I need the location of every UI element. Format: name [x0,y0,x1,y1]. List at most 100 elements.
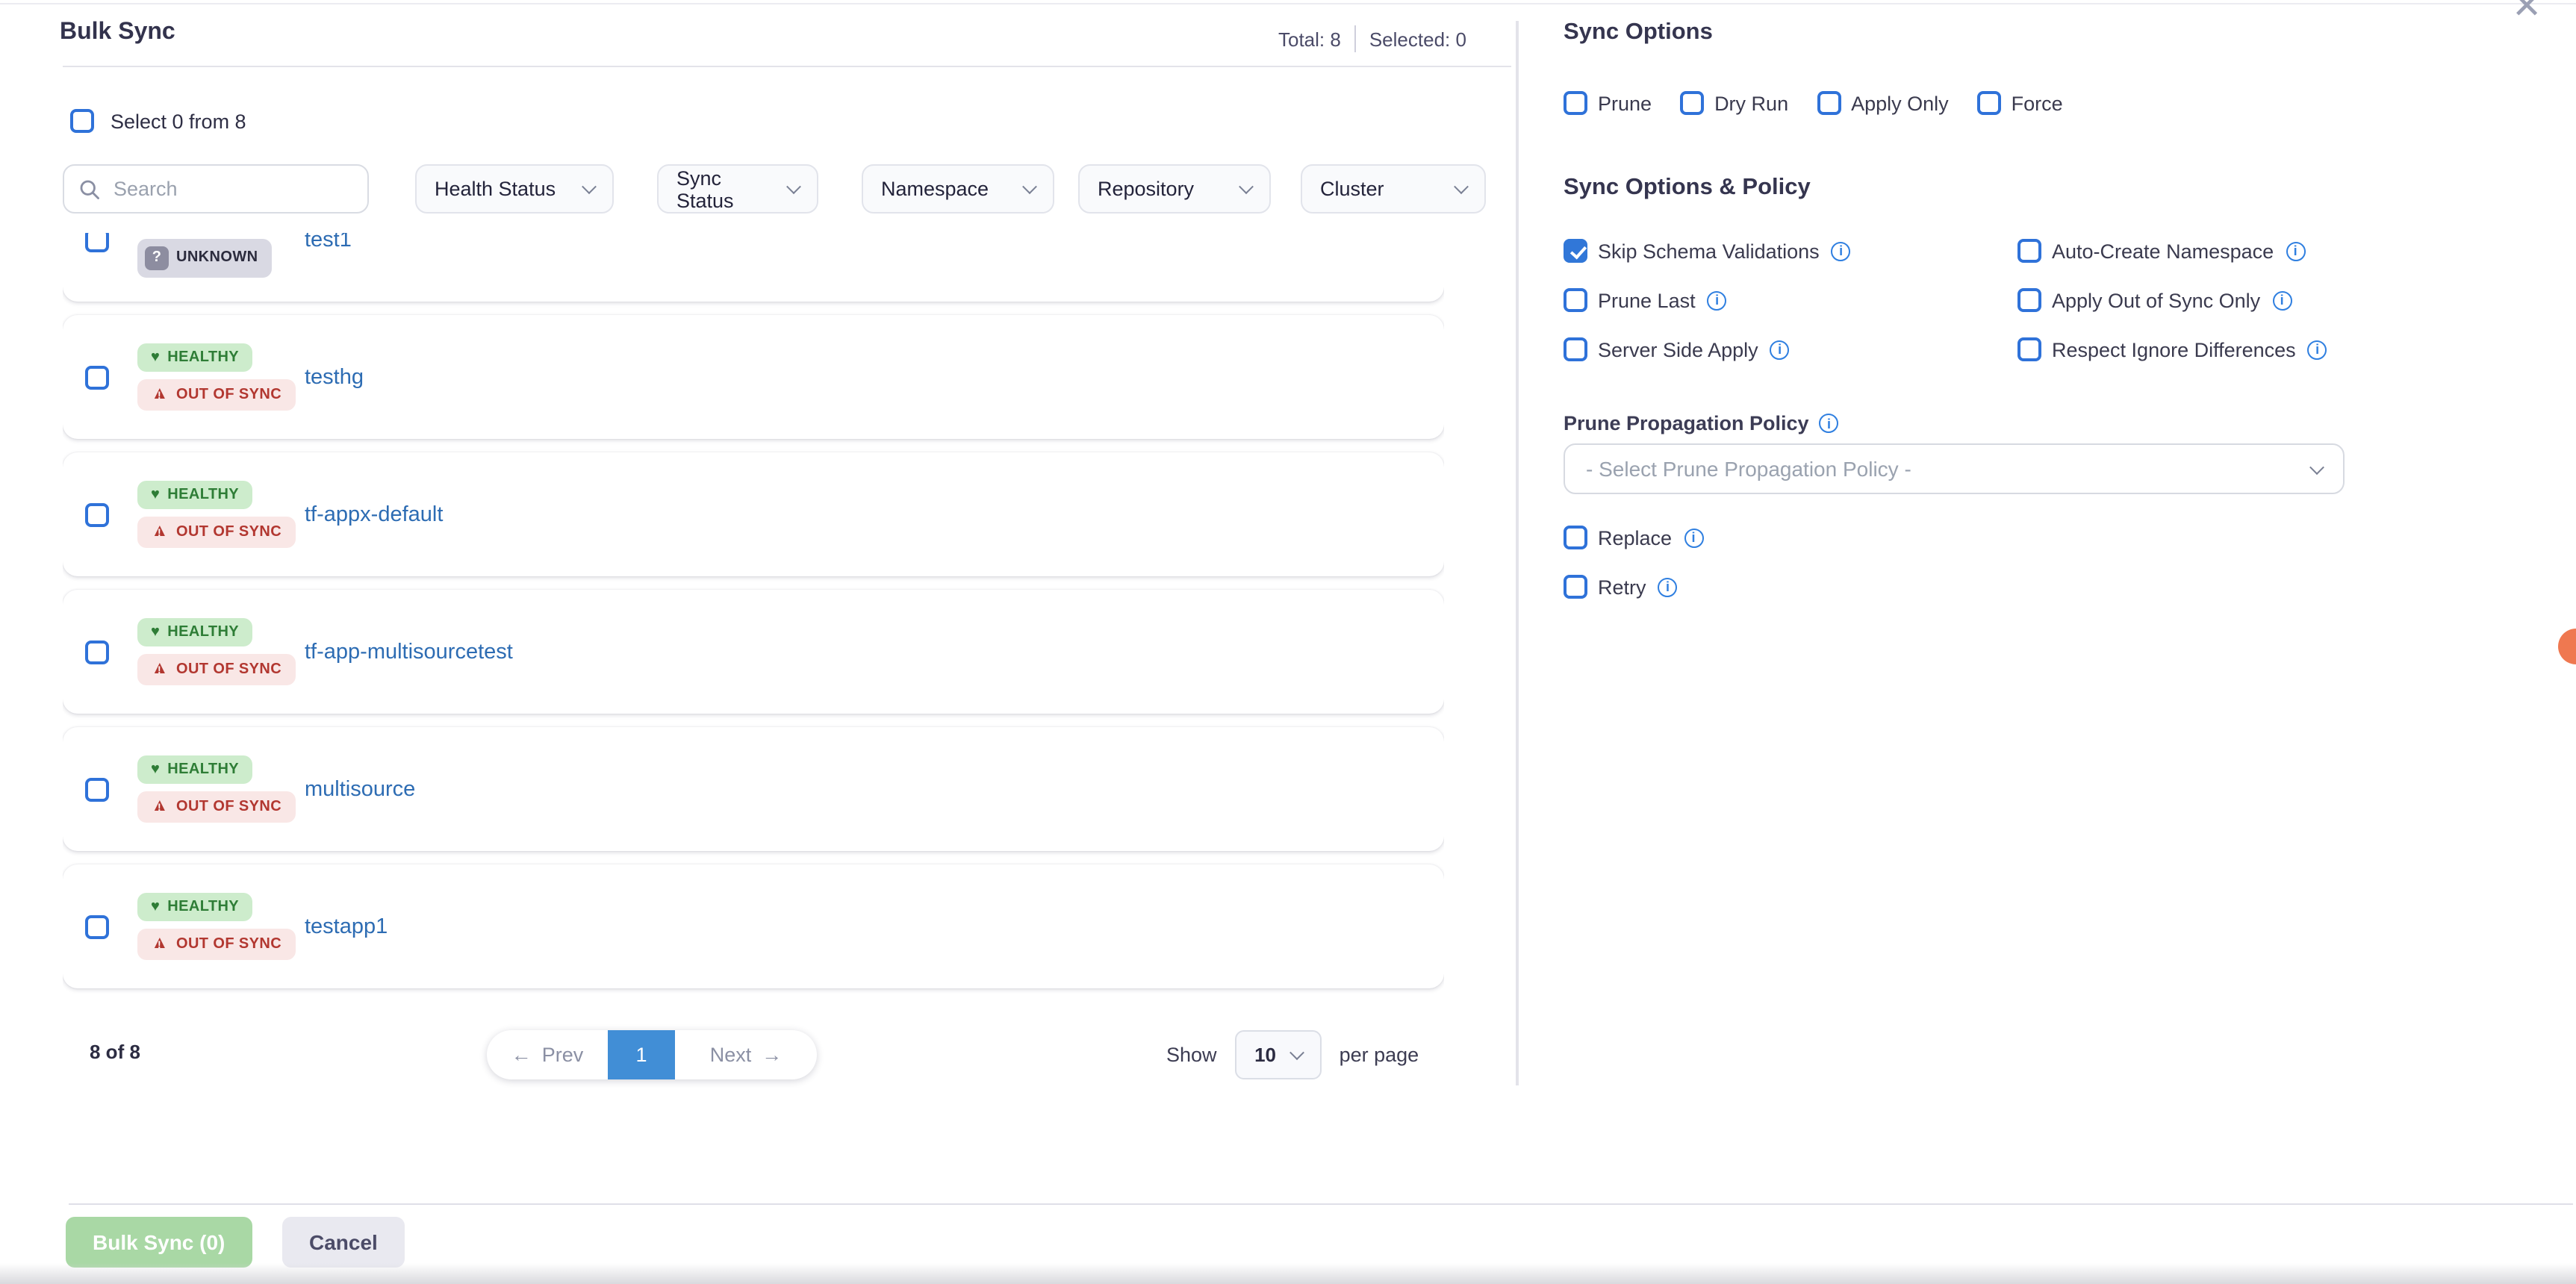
filter-label: Repository [1098,178,1194,200]
info-icon[interactable]: i [1658,577,1678,596]
prune-propagation-policy-select[interactable]: - Select Prune Propagation Policy - [1564,443,2345,494]
info-icon[interactable]: i [1820,414,1839,433]
checkbox[interactable] [85,777,109,801]
option-label: Prune Last [1598,289,1696,311]
app-row: ♥HEALTHY ▲!OUT OF SYNC tf-app-multisourcet… [63,590,1444,714]
per-page-label: per page [1340,1044,1419,1066]
health-label: HEALTHY [167,899,239,915]
footer-divider [69,1203,2573,1205]
filter-label: Namespace [881,178,989,200]
app-name-link[interactable]: multisource [305,777,415,801]
chevron-down-icon [1022,179,1037,194]
app-name-link[interactable]: tf-app-multisourcetest [305,640,513,664]
filter-cluster[interactable]: Cluster [1301,164,1486,214]
option-apply-out-of-sync-only[interactable]: Apply Out of Sync Onlyi [2017,288,2555,312]
warning-icon: ▲! [151,387,169,403]
option-label: Auto-Create Namespace [2052,240,2274,262]
quick-sync-options: Prune Dry Run Apply Only Force [1564,91,2091,115]
app-name-link[interactable]: test1 [305,233,352,252]
prune-propagation-policy-text: Prune Propagation Policy [1564,412,1809,434]
page-size-select[interactable]: 10 [1235,1030,1322,1079]
bottom-gradient [0,1263,2576,1284]
option-label: Replace [1598,526,1672,549]
option-dry-run[interactable]: Dry Run [1680,91,1788,115]
filter-dropdowns: Health Status Sync Status Namespace Reposit… [369,164,1486,214]
chevron-down-icon [1289,1045,1304,1060]
info-icon[interactable]: i [1684,528,1703,547]
bulk-sync-modal: ✕ Bulk Sync Total: 8 Selected: 0 Select … [0,0,2576,1284]
option-label: Respect Ignore Differences [2052,338,2296,361]
checkbox[interactable] [1680,91,1704,115]
option-prune[interactable]: Prune [1564,91,1652,115]
health-label: HEALTHY [167,349,239,366]
checkbox[interactable] [1977,91,2001,115]
bulk-sync-button[interactable]: Bulk Sync (0) [66,1217,252,1268]
health-badge: ♥HEALTHY [137,755,252,784]
close-icon[interactable]: ✕ [2512,0,2542,25]
checkbox[interactable] [1564,239,1587,263]
checkbox[interactable] [2017,337,2041,361]
show-label: Show [1166,1044,1217,1066]
info-icon[interactable]: i [2272,290,2292,310]
checkbox[interactable] [1564,288,1587,312]
sync-badge-out-of-sync: ▲!OUT OF SYNC [137,654,295,685]
checkbox[interactable] [1564,526,1587,549]
info-icon[interactable]: i [1770,340,1790,359]
option-force[interactable]: Force [1977,91,2063,115]
policy-options-grid: Skip Schema ValidationsiAuto-Create Name… [1564,239,2555,361]
search-input[interactable] [111,176,352,202]
notification-dot[interactable] [2558,629,2576,664]
cancel-button[interactable]: Cancel [282,1217,405,1268]
app-name-link[interactable]: tf-appx-default [305,502,443,526]
select-all-row: Select 0 from 8 [70,109,246,133]
info-icon[interactable]: i [2286,241,2305,261]
option-replace[interactable]: Replace i [1564,526,1703,549]
app-name-link[interactable]: testapp1 [305,914,388,938]
warning-mark: ! [158,390,161,401]
checkbox[interactable] [85,365,109,389]
filter-repository[interactable]: Repository [1078,164,1271,214]
prev-page-button[interactable]: ← Prev [487,1030,608,1079]
option-label: Prune [1598,92,1652,114]
prev-arrow-icon: ← [511,1044,532,1066]
app-list: ♥HEALTHY?UNKNOWNtest1♥HEALTHY▲!OUT OF SY… [63,233,1444,994]
app-name-link[interactable]: testhg [305,365,364,389]
checkbox[interactable] [1564,337,1587,361]
info-icon[interactable]: i [1708,290,1727,310]
option-retry[interactable]: Retryi [1564,575,1678,599]
heart-icon: ♥ [151,487,160,502]
checkbox[interactable] [85,640,109,664]
filter-namespace[interactable]: Namespace [862,164,1054,214]
active-page-button[interactable]: 1 [608,1030,675,1079]
option-skip-schema-validations[interactable]: Skip Schema Validationsi [1564,239,2017,263]
filter-label: Health Status [435,178,556,200]
health-badge: ♥HEALTHY [137,343,252,372]
info-icon[interactable]: i [1832,241,1851,261]
status-badges: ♥HEALTHY▲!OUT OF SYNC [137,893,305,960]
next-page-button[interactable]: Next → [675,1030,817,1079]
option-auto-create-namespace[interactable]: Auto-Create Namespace i [2017,239,2555,263]
checkbox[interactable] [1564,91,1587,115]
health-badge: ♥HEALTHY [137,618,252,646]
option-respect-ignore-differences[interactable]: Respect Ignore Differences i [2017,337,2555,361]
health-badge: ♥HEALTHY [137,481,252,509]
option-apply-only[interactable]: Apply Only [1817,91,1949,115]
checkbox[interactable] [2017,288,2041,312]
search-box[interactable] [63,164,369,214]
option-prune-last[interactable]: Prune Last i [1564,288,2017,312]
checkbox[interactable] [85,233,109,252]
prune-policy-placeholder: - Select Prune Propagation Policy - [1586,457,1911,481]
sync-options-title: Sync Options [1564,19,1713,46]
checkbox[interactable] [2017,239,2041,263]
option-server-side-apply[interactable]: Server Side Applyi [1564,337,2017,361]
heart-icon: ♥ [151,762,160,777]
info-icon[interactable]: i [2308,340,2327,359]
page-size-value: 10 [1254,1044,1276,1066]
filter-sync-status[interactable]: Sync Status [657,164,818,214]
checkbox[interactable] [1564,575,1587,599]
checkbox[interactable] [85,502,109,526]
select-all-checkbox[interactable] [70,109,94,133]
checkbox[interactable] [85,914,109,938]
checkbox[interactable] [1817,91,1841,115]
filter-health-status[interactable]: Health Status [415,164,614,214]
